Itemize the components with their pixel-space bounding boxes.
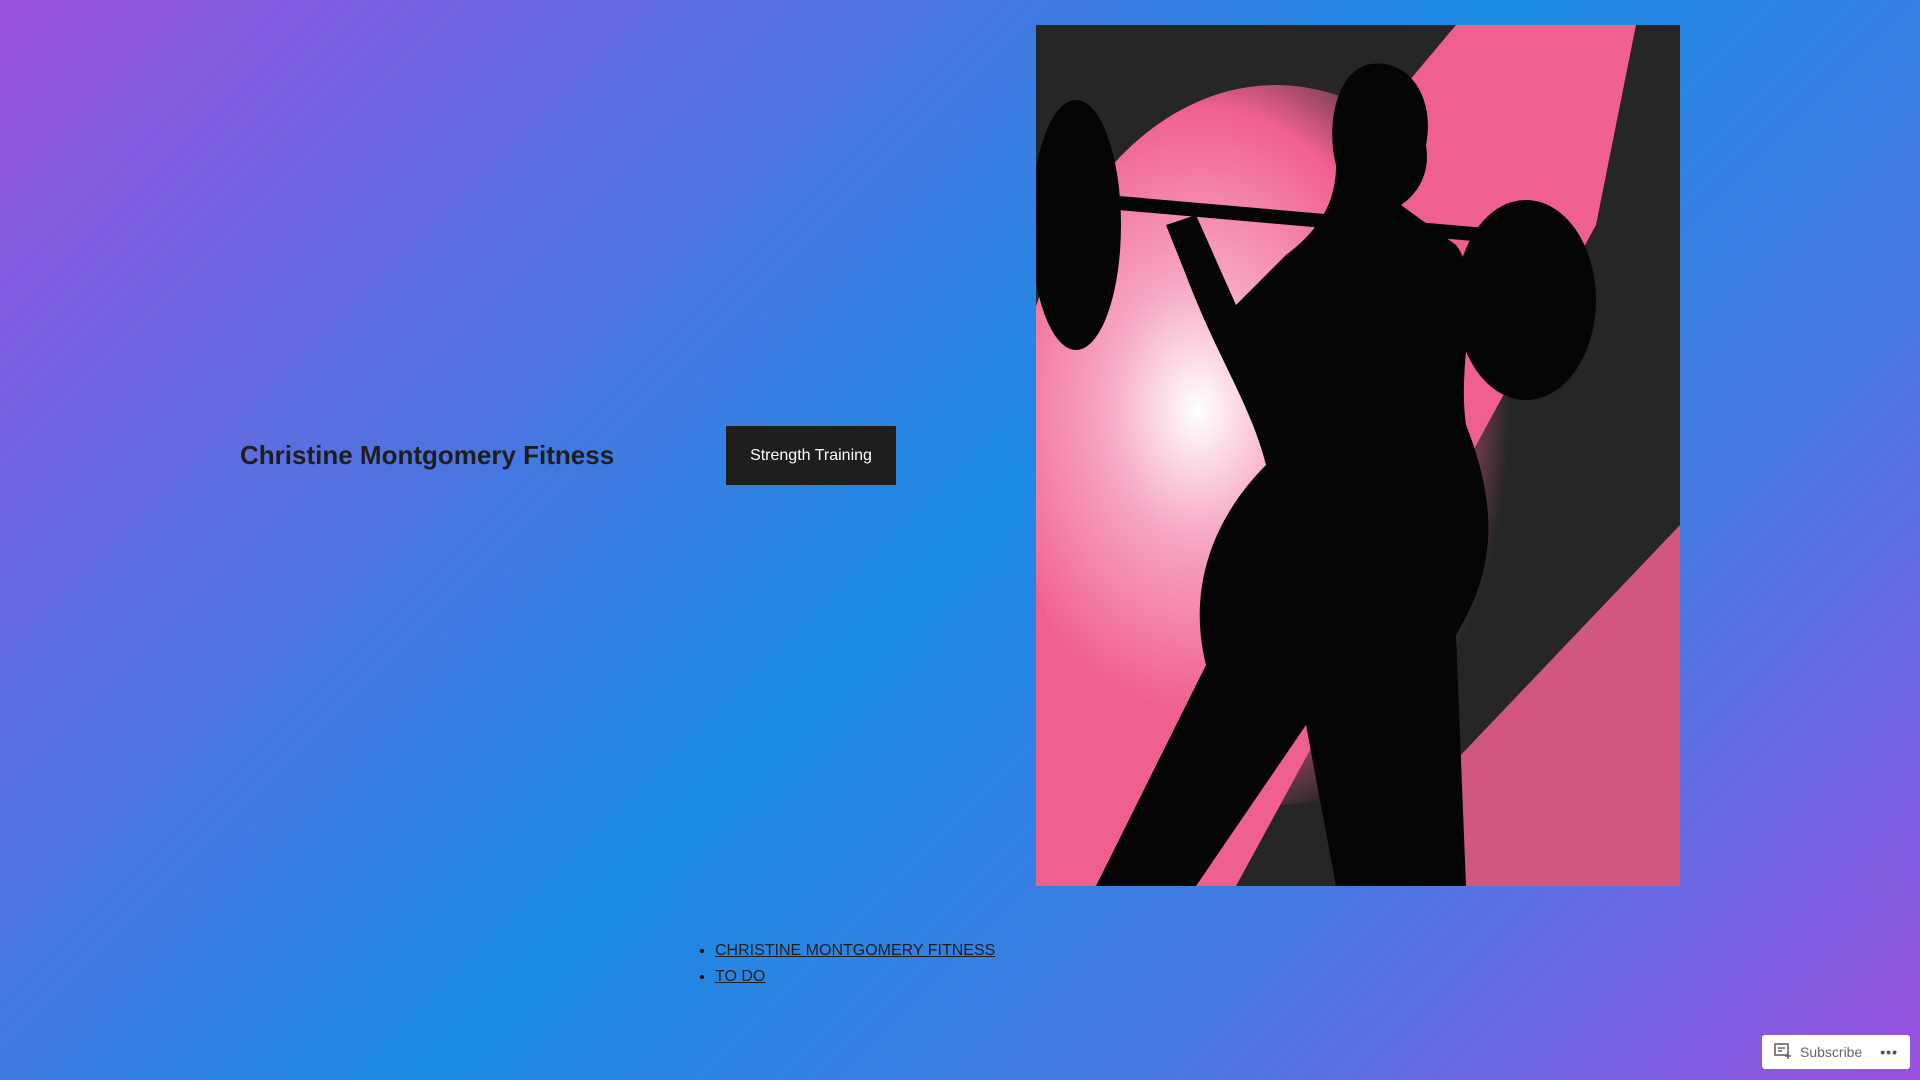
weightlifter-illustration [1036,25,1680,886]
reader-subscribe-icon[interactable] [1774,1042,1792,1063]
list-item: CHRISTINE MONTGOMERY FITNESS [715,938,995,964]
page-links: CHRISTINE MONTGOMERY FITNESS TO DO [715,938,995,990]
list-item: TO DO [715,964,995,990]
strength-training-button[interactable]: Strength Training [726,426,896,485]
link-christine-montgomery-fitness[interactable]: CHRISTINE MONTGOMERY FITNESS [715,942,995,959]
site-title[interactable]: Christine Montgomery Fitness [240,440,614,471]
subscribe-button[interactable]: Subscribe [1800,1044,1862,1060]
hero-image [1036,25,1680,886]
subscribe-bar: Subscribe ••• [1762,1035,1910,1069]
link-to-do[interactable]: TO DO [715,968,765,985]
more-options-icon[interactable]: ••• [1880,1044,1898,1060]
